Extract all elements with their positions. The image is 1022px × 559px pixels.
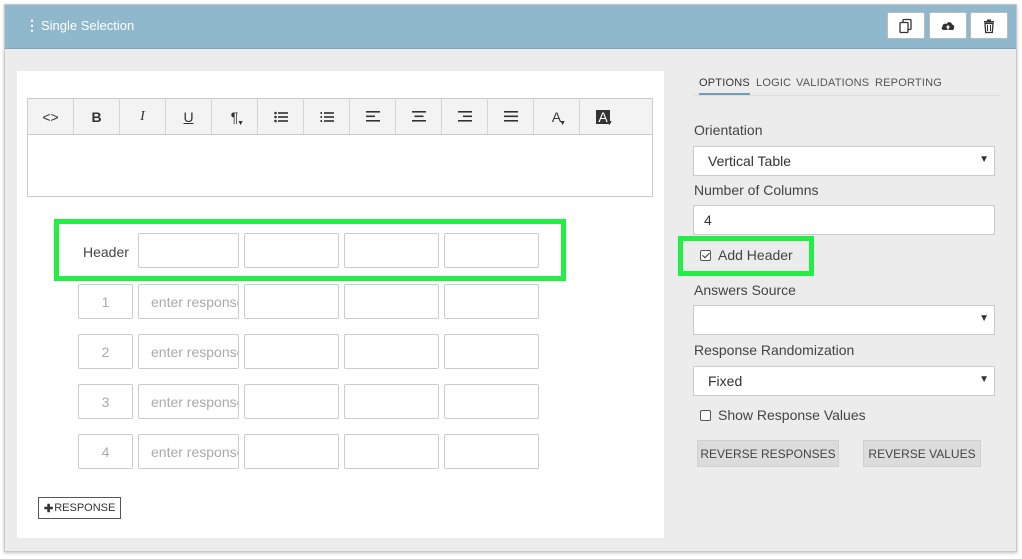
add-response-label: RESPONSE — [54, 502, 116, 514]
tab-reporting[interactable]: REPORTING — [875, 77, 942, 89]
question-text-editor[interactable] — [27, 135, 653, 197]
response-cell[interactable] — [444, 284, 539, 319]
highlight-color-button[interactable]: A ▼ — [580, 99, 626, 134]
plus-icon: ✚ — [44, 502, 54, 515]
chevron-down-icon: ▼ — [559, 120, 566, 127]
response-cell[interactable] — [344, 284, 439, 319]
options-tabs: OPTIONS LOGIC VALIDATIONS REPORTING — [694, 72, 1000, 96]
response-cell[interactable] — [244, 434, 339, 469]
randomization-label: Response Randomization — [694, 342, 855, 358]
italic-icon: I — [140, 108, 145, 124]
paragraph-button[interactable]: ¶ ▼ — [212, 99, 258, 134]
italic-button[interactable]: I — [120, 99, 166, 134]
bold-icon: B — [91, 108, 102, 125]
font-color-button[interactable]: A ▼ — [534, 99, 580, 134]
copy-icon — [899, 18, 912, 33]
numbered-list-icon — [320, 111, 334, 122]
response-text-input[interactable]: enter response — [138, 434, 239, 469]
answers-source-select[interactable]: ▼ — [693, 305, 995, 335]
reverse-values-button[interactable]: REVERSE VALUES — [863, 440, 981, 467]
chevron-down-icon: ▼ — [979, 374, 989, 385]
align-center-button[interactable] — [396, 99, 442, 134]
response-cell[interactable] — [344, 434, 439, 469]
response-cell[interactable] — [244, 384, 339, 419]
response-cell[interactable] — [244, 334, 339, 369]
response-cell[interactable] — [444, 334, 539, 369]
cloud-upload-icon — [941, 21, 955, 30]
response-cell[interactable] — [244, 284, 339, 319]
numbered-list-button[interactable] — [304, 99, 350, 134]
chevron-down-icon: ▼ — [606, 120, 613, 127]
response-text-input[interactable]: enter response — [138, 284, 239, 319]
chevron-down-icon: ▼ — [237, 120, 244, 127]
align-left-button[interactable] — [350, 99, 396, 134]
columns-input[interactable]: 4 — [693, 205, 995, 235]
response-text-input[interactable]: enter response — [138, 334, 239, 369]
header-row-highlight — [54, 219, 566, 281]
underline-button[interactable]: U — [166, 99, 212, 134]
chevron-down-icon: ▼ — [979, 313, 989, 324]
bold-button[interactable]: B — [74, 99, 120, 134]
response-cell[interactable] — [344, 334, 439, 369]
rich-text-toolbar: <> B I U ¶ ▼ A ▼ A ▼ — [27, 98, 653, 135]
question-header-bar: ⋮ Single Selection — [5, 5, 1016, 49]
response-cell[interactable] — [344, 384, 439, 419]
response-number[interactable]: 1 — [78, 284, 133, 319]
columns-label: Number of Columns — [694, 182, 819, 198]
randomization-select[interactable]: Fixed ▼ — [693, 366, 995, 396]
align-left-icon — [365, 111, 380, 122]
question-type-title: Single Selection — [41, 18, 135, 33]
randomization-value: Fixed — [708, 373, 743, 389]
code-view-button[interactable]: <> — [28, 99, 74, 134]
trash-icon — [984, 19, 994, 33]
add-header-highlight — [678, 236, 814, 276]
copy-button[interactable] — [887, 12, 925, 39]
bullet-list-button[interactable] — [258, 99, 304, 134]
orientation-label: Orientation — [694, 122, 763, 138]
upload-button[interactable] — [929, 12, 967, 39]
reverse-responses-button[interactable]: REVERSE RESPONSES — [697, 440, 839, 467]
delete-button[interactable] — [970, 12, 1008, 39]
align-center-icon — [411, 111, 426, 122]
response-number[interactable]: 2 — [78, 334, 133, 369]
orientation-value: Vertical Table — [708, 153, 792, 169]
response-cell[interactable] — [444, 434, 539, 469]
justify-button[interactable] — [488, 99, 534, 134]
checkbox-unchecked-icon — [700, 409, 711, 421]
chevron-down-icon: ▼ — [979, 154, 989, 165]
code-icon: <> — [42, 108, 59, 125]
show-values-label: Show Response Values — [718, 407, 866, 423]
underline-icon: U — [183, 108, 194, 125]
show-values-checkbox[interactable]: Show Response Values — [700, 407, 866, 423]
tab-validations[interactable]: VALIDATIONS — [796, 77, 869, 89]
align-right-button[interactable] — [442, 99, 488, 134]
tab-logic[interactable]: LOGIC — [756, 77, 791, 89]
add-response-button[interactable]: ✚ RESPONSE — [38, 497, 122, 519]
response-text-input[interactable]: enter response — [138, 384, 239, 419]
drag-handle-icon[interactable]: ⋮ — [25, 17, 39, 34]
answers-source-label: Answers Source — [694, 282, 796, 298]
bullet-list-icon — [273, 111, 288, 122]
tab-options[interactable]: OPTIONS — [699, 77, 750, 95]
response-cell[interactable] — [444, 384, 539, 419]
align-right-icon — [457, 111, 472, 122]
response-number[interactable]: 4 — [78, 434, 133, 469]
response-number[interactable]: 3 — [78, 384, 133, 419]
orientation-select[interactable]: Vertical Table ▼ — [693, 146, 995, 176]
justify-icon — [503, 111, 518, 122]
